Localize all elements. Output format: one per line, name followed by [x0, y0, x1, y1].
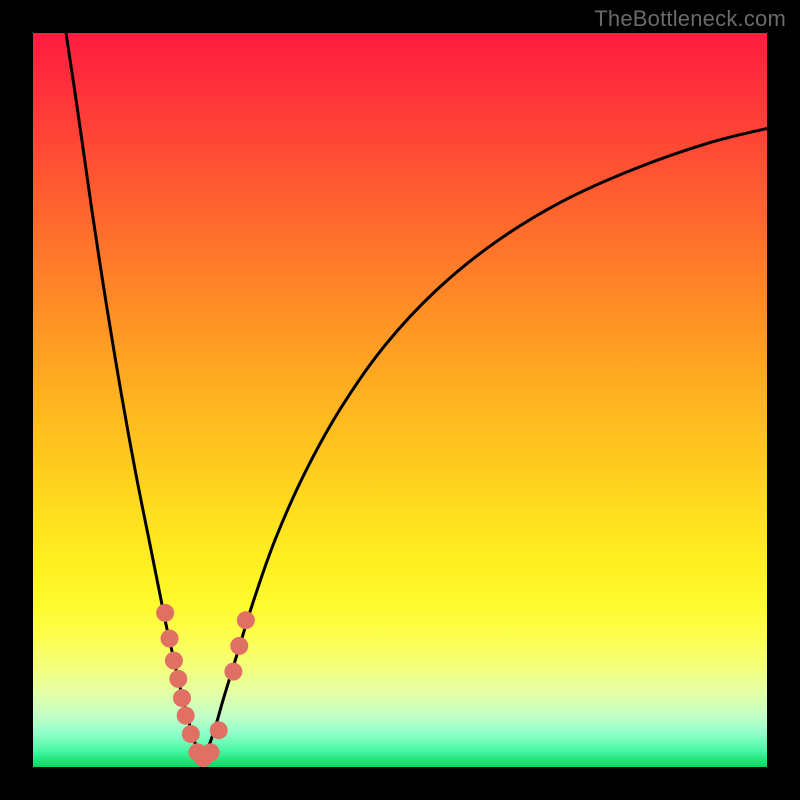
marker-layer	[156, 604, 255, 767]
marker-point	[156, 604, 174, 622]
marker-point	[230, 637, 248, 655]
series-layer	[66, 33, 767, 760]
marker-point	[237, 611, 255, 629]
series-right-branch	[202, 128, 767, 759]
watermark-text: TheBottleneck.com	[594, 6, 786, 32]
marker-point	[169, 670, 187, 688]
marker-point	[202, 743, 220, 761]
marker-point	[173, 689, 191, 707]
marker-point	[224, 663, 242, 681]
chart-svg	[33, 33, 767, 767]
marker-point	[182, 725, 200, 743]
series-left-branch	[66, 33, 202, 760]
marker-point	[210, 721, 228, 739]
chart-plot-area	[33, 33, 767, 767]
marker-point	[165, 652, 183, 670]
chart-frame: TheBottleneck.com	[0, 0, 800, 800]
marker-point	[161, 630, 179, 648]
marker-point	[177, 707, 195, 725]
